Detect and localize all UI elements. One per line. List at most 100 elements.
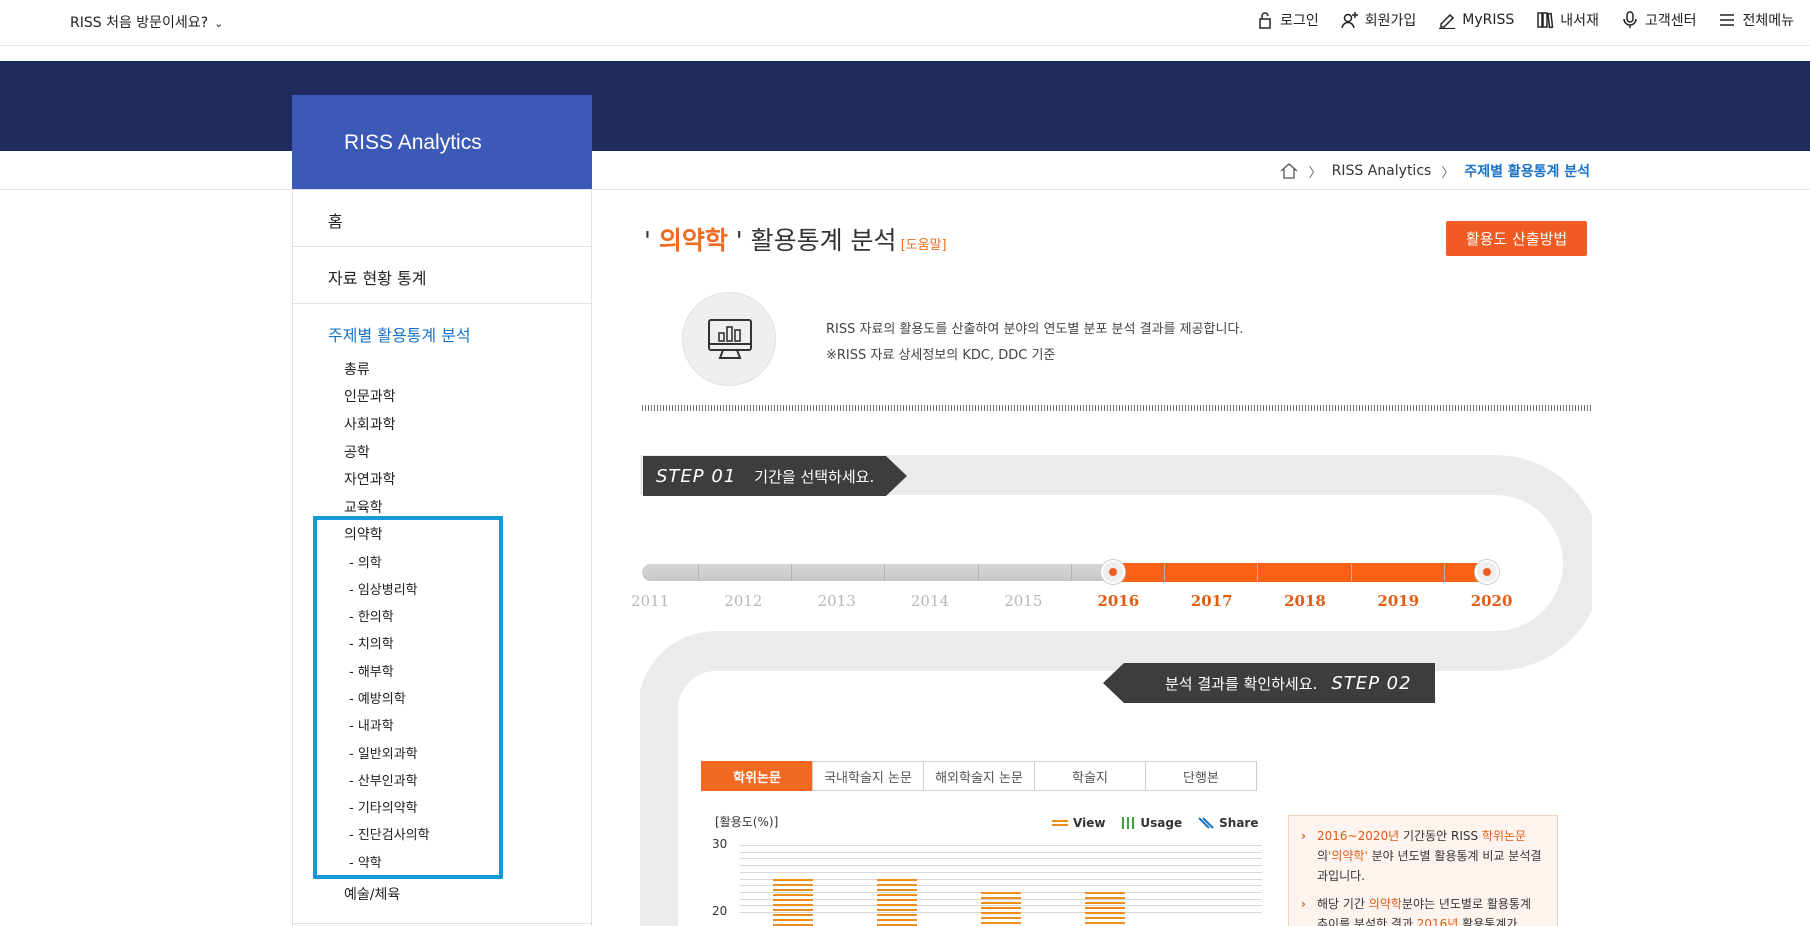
step1-tag: STEP 01 기간을 선택하세요. [643, 456, 907, 496]
y-tick-label: 20 [712, 904, 728, 918]
divider [0, 189, 1810, 190]
slider-tick [1350, 564, 1352, 581]
slider-tick [977, 564, 979, 581]
tab-journal[interactable]: 학술지 [1034, 761, 1146, 791]
mic-icon [1623, 11, 1637, 28]
intro-line-2: ※RISS 자료 상세정보의 KDC, DDC 기준 [826, 348, 1056, 363]
intro-text: RISS 자료의 활용도를 산출하여 분야의 연도별 분포 분석 결과를 제공합… [826, 317, 1244, 369]
year-label-2015[interactable]: 2015 [1004, 592, 1042, 610]
sidebar-subject-item[interactable]: 인문과학 [344, 386, 396, 406]
library-label: 내서재 [1560, 13, 1599, 29]
slider-handle-end[interactable] [1475, 560, 1499, 584]
legend-view[interactable]: View [1052, 816, 1105, 830]
slider-tick [1070, 564, 1072, 581]
chart-bar-2016[interactable] [773, 878, 813, 926]
global-menu: 로그인 회원가입 MyRISS 내서재 고객센터 전체메뉴 [1256, 10, 1794, 30]
sidebar-item-label: 자료 현황 통계 [328, 269, 427, 288]
highlight-box [313, 516, 503, 879]
analysis-note: 2016~2020년 기간동안 RISS 학위논문의'의약학' 분야 년도별 활… [1288, 815, 1558, 926]
year-label-2014[interactable]: 2014 [911, 592, 949, 610]
legend-usage[interactable]: Usage [1121, 816, 1182, 830]
chart-gridline [740, 878, 1262, 880]
breadcrumb: 〉 RISS Analytics 〉 주제별 활용통계 분석 [1279, 161, 1590, 181]
first-visit-dropdown[interactable]: RISS 처음 방문이세요? ⌄ [70, 12, 223, 32]
year-label-2020[interactable]: 2020 [1471, 592, 1513, 610]
login-link[interactable]: 로그인 [1256, 10, 1319, 30]
breadcrumb-analytics[interactable]: RISS Analytics [1332, 163, 1432, 179]
step1-label: STEP 01 [656, 465, 737, 487]
step2-label: STEP 02 [1331, 672, 1412, 694]
chart-gridline [740, 851, 1262, 853]
chart-bar-2018[interactable] [981, 891, 1021, 926]
legend-share[interactable]: Share [1198, 816, 1258, 830]
header-band [0, 61, 1810, 151]
year-slider-range [1112, 563, 1488, 582]
sidebar-item-label: 홈 [328, 212, 343, 231]
sidebar-subject-item[interactable]: 예술/체육 [344, 884, 400, 904]
divider [642, 405, 1592, 411]
step1-text: 기간을 선택하세요. [754, 467, 875, 486]
myriss-link[interactable]: MyRISS [1438, 10, 1514, 30]
library-link[interactable]: 내서재 [1536, 10, 1599, 30]
lock-icon [1259, 12, 1271, 29]
chevron-right-icon: 〉 [1441, 165, 1455, 181]
sidebar-item-home[interactable]: 홈 [293, 190, 591, 247]
signup-label: 회원가입 [1364, 13, 1417, 29]
chart-bar-2019[interactable] [1085, 891, 1125, 926]
signup-link[interactable]: 회원가입 [1341, 10, 1417, 30]
home-icon[interactable] [1279, 162, 1299, 180]
year-label-2013[interactable]: 2013 [818, 592, 856, 610]
sidebar-item-stats[interactable]: 자료 현황 통계 [293, 247, 591, 304]
chart-gridline [740, 865, 1262, 867]
note-paragraph-2: 해당 기간 의약학분야는 년도별로 활용통계 추이를 분석한 결과 2016년 … [1301, 894, 1545, 926]
top-bar: RISS 처음 방문이세요? ⌄ 로그인 회원가입 MyRISS 내서재 고객센터… [0, 0, 1810, 46]
title-subject: 의약학 [658, 226, 728, 255]
step2-text: 분석 결과를 확인하세요. [1165, 674, 1318, 693]
myriss-label: MyRISS [1462, 12, 1515, 28]
chart-gridline [740, 845, 1262, 846]
sidebar-subject-item[interactable]: 교육학 [344, 497, 383, 517]
year-label-2011[interactable]: 2011 [631, 592, 669, 610]
slider-tick [1444, 564, 1446, 581]
year-label-2012[interactable]: 2012 [724, 592, 762, 610]
support-link[interactable]: 고객센터 [1621, 10, 1696, 30]
hamburger-icon [1720, 14, 1735, 26]
share-legend-icon [1198, 817, 1214, 829]
tab-foreign-journal[interactable]: 해외학술지 논문 [923, 761, 1035, 791]
year-label-2018[interactable]: 2018 [1284, 592, 1326, 610]
slider-tick [790, 564, 792, 581]
year-label-2016[interactable]: 2016 [1098, 592, 1140, 610]
intro-line-1: RISS 자료의 활용도를 산출하여 분야의 연도별 분포 분석 결과를 제공합… [826, 322, 1244, 337]
brand-title: RISS Analytics [292, 95, 592, 190]
monitor-chart-icon [682, 292, 776, 386]
year-label-2019[interactable]: 2019 [1377, 592, 1419, 610]
help-link[interactable]: [도움말] [901, 238, 947, 253]
all-menu-label: 전체메뉴 [1742, 13, 1794, 29]
sidebar-item-subject-analysis[interactable]: 주제별 활용통계 분석 [328, 322, 471, 346]
slider-handle-start[interactable] [1101, 560, 1125, 584]
tab-book[interactable]: 단행본 [1145, 761, 1257, 791]
year-label-2017[interactable]: 2017 [1191, 592, 1233, 610]
breadcrumb-current[interactable]: 주제별 활용통계 분석 [1464, 161, 1590, 181]
sidebar-subject-item[interactable]: 총류 [344, 359, 370, 379]
y-tick-label: 30 [712, 837, 728, 851]
chart-legend: View Usage Share [1052, 816, 1258, 830]
pen-icon [1439, 13, 1456, 29]
user-add-icon [1341, 12, 1358, 29]
sidebar-subject-item[interactable]: 사회과학 [344, 414, 396, 434]
note-paragraph-1: 2016~2020년 기간동안 RISS 학위논문의'의약학' 분야 년도별 활… [1301, 826, 1545, 886]
chart-bar-2017[interactable] [877, 878, 917, 926]
calc-method-button[interactable]: 활용도 산출방법 [1446, 221, 1587, 256]
usage-legend-icon [1122, 817, 1135, 829]
sidebar-subject-item[interactable]: 공학 [344, 442, 370, 462]
slider-tick [1257, 564, 1259, 581]
tab-thesis[interactable]: 학위논문 [701, 761, 813, 791]
chevron-right-icon: 〉 [1308, 165, 1322, 181]
sidebar-subject-item[interactable]: 자연과학 [344, 469, 396, 489]
chevron-down-icon: ⌄ [214, 17, 224, 30]
all-menu-link[interactable]: 전체메뉴 [1718, 10, 1794, 30]
tab-domestic-journal[interactable]: 국내학술지 논문 [812, 761, 924, 791]
library-icon [1537, 12, 1554, 29]
step2-tag: 분석 결과를 확인하세요. STEP 02 [1103, 663, 1435, 703]
slider-tick [697, 564, 699, 581]
